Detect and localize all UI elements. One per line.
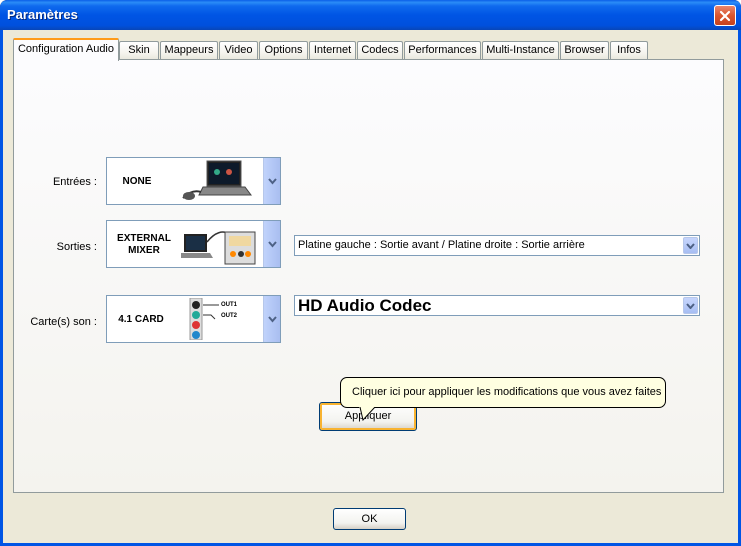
- codec-dropdown-button[interactable]: [683, 297, 698, 314]
- tab-label: Multi-Instance: [486, 44, 555, 56]
- tab-multi-instance[interactable]: Multi-Instance: [482, 41, 559, 60]
- tab-label: Configuration Audio: [17, 43, 114, 55]
- codec-value: HD Audio Codec: [298, 296, 432, 315]
- codec-select[interactable]: HD Audio Codec: [294, 295, 700, 316]
- outputs-device-name: EXTERNAL MIXER: [112, 233, 176, 257]
- window-title: Paramètres: [7, 7, 78, 22]
- tab-browser[interactable]: Browser: [560, 41, 609, 60]
- ok-button[interactable]: OK: [333, 508, 406, 530]
- tab-label: Browser: [564, 44, 605, 56]
- outputs-device-name-line1: EXTERNAL: [117, 233, 171, 244]
- tab-label: Internet: [313, 44, 352, 56]
- tab-options[interactable]: Options: [259, 41, 308, 60]
- soundcard-device-name: 4.1 CARD: [118, 314, 164, 325]
- chevron-down-icon: [267, 177, 277, 185]
- tab-skin[interactable]: Skin: [119, 41, 159, 60]
- tab-label: Mappeurs: [164, 44, 214, 56]
- outputs-device-select[interactable]: EXTERNAL MIXER: [106, 220, 281, 268]
- soundcard-dropdown-button[interactable]: [263, 296, 280, 342]
- soundcard-device-select[interactable]: 4.1 CARD OUT1 OUT2: [106, 295, 281, 343]
- close-button[interactable]: [714, 5, 736, 26]
- tab-infos[interactable]: Infos: [610, 41, 648, 60]
- title-bar[interactable]: Paramètres: [0, 0, 741, 30]
- tab-label: Skin: [128, 44, 150, 56]
- tab-mappeurs[interactable]: Mappeurs: [160, 41, 218, 60]
- port-leader-lines-icon: [203, 304, 219, 320]
- chevron-down-icon: [267, 240, 277, 248]
- apply-tooltip-text: Cliquer ici pour appliquer les modificat…: [352, 386, 662, 398]
- output-routing-value: Platine gauche : Sortie avant / Platine …: [298, 239, 585, 251]
- tab-performances[interactable]: Performances: [404, 41, 481, 60]
- tab-label: Performances: [408, 44, 477, 56]
- soundcard-ports-icon: [189, 298, 203, 340]
- ok-button-label: OK: [361, 513, 378, 525]
- chevron-down-icon: [686, 302, 695, 309]
- tab-configuration-audio[interactable]: Configuration Audio: [13, 38, 119, 61]
- apply-tooltip: Cliquer ici pour appliquer les modificat…: [340, 377, 666, 421]
- tab-label: Options: [264, 44, 303, 56]
- mixer-laptop-icon: [181, 231, 256, 265]
- soundcard-label: Carte(s) son :: [30, 316, 97, 328]
- inputs-dropdown-button[interactable]: [263, 158, 280, 204]
- output-routing-dropdown-button[interactable]: [683, 237, 698, 254]
- outputs-label: Sorties :: [56, 241, 97, 253]
- output-routing-select[interactable]: Platine gauche : Sortie avant / Platine …: [294, 235, 700, 256]
- laptop-icon: [182, 160, 252, 200]
- tab-internet[interactable]: Internet: [309, 41, 356, 60]
- tab-label: Codecs: [361, 44, 399, 56]
- tab-codecs[interactable]: Codecs: [357, 41, 403, 60]
- port-out1-label: OUT1: [221, 302, 238, 308]
- inputs-label: Entrées :: [52, 176, 97, 188]
- tooltip-pointer: [359, 407, 376, 421]
- tab-label: Video: [224, 44, 253, 56]
- outputs-device-name-line2: MIXER: [128, 245, 160, 256]
- outputs-dropdown-button[interactable]: [263, 221, 280, 267]
- inputs-device-select[interactable]: NONE: [106, 157, 281, 205]
- inputs-device-name: NONE: [122, 176, 152, 187]
- chevron-down-icon: [686, 242, 695, 249]
- port-out2-label: OUT2: [221, 313, 238, 319]
- tab-label: Infos: [617, 44, 641, 56]
- close-icon: [719, 10, 731, 21]
- tab-video[interactable]: Video: [219, 41, 258, 60]
- chevron-down-icon: [267, 315, 277, 323]
